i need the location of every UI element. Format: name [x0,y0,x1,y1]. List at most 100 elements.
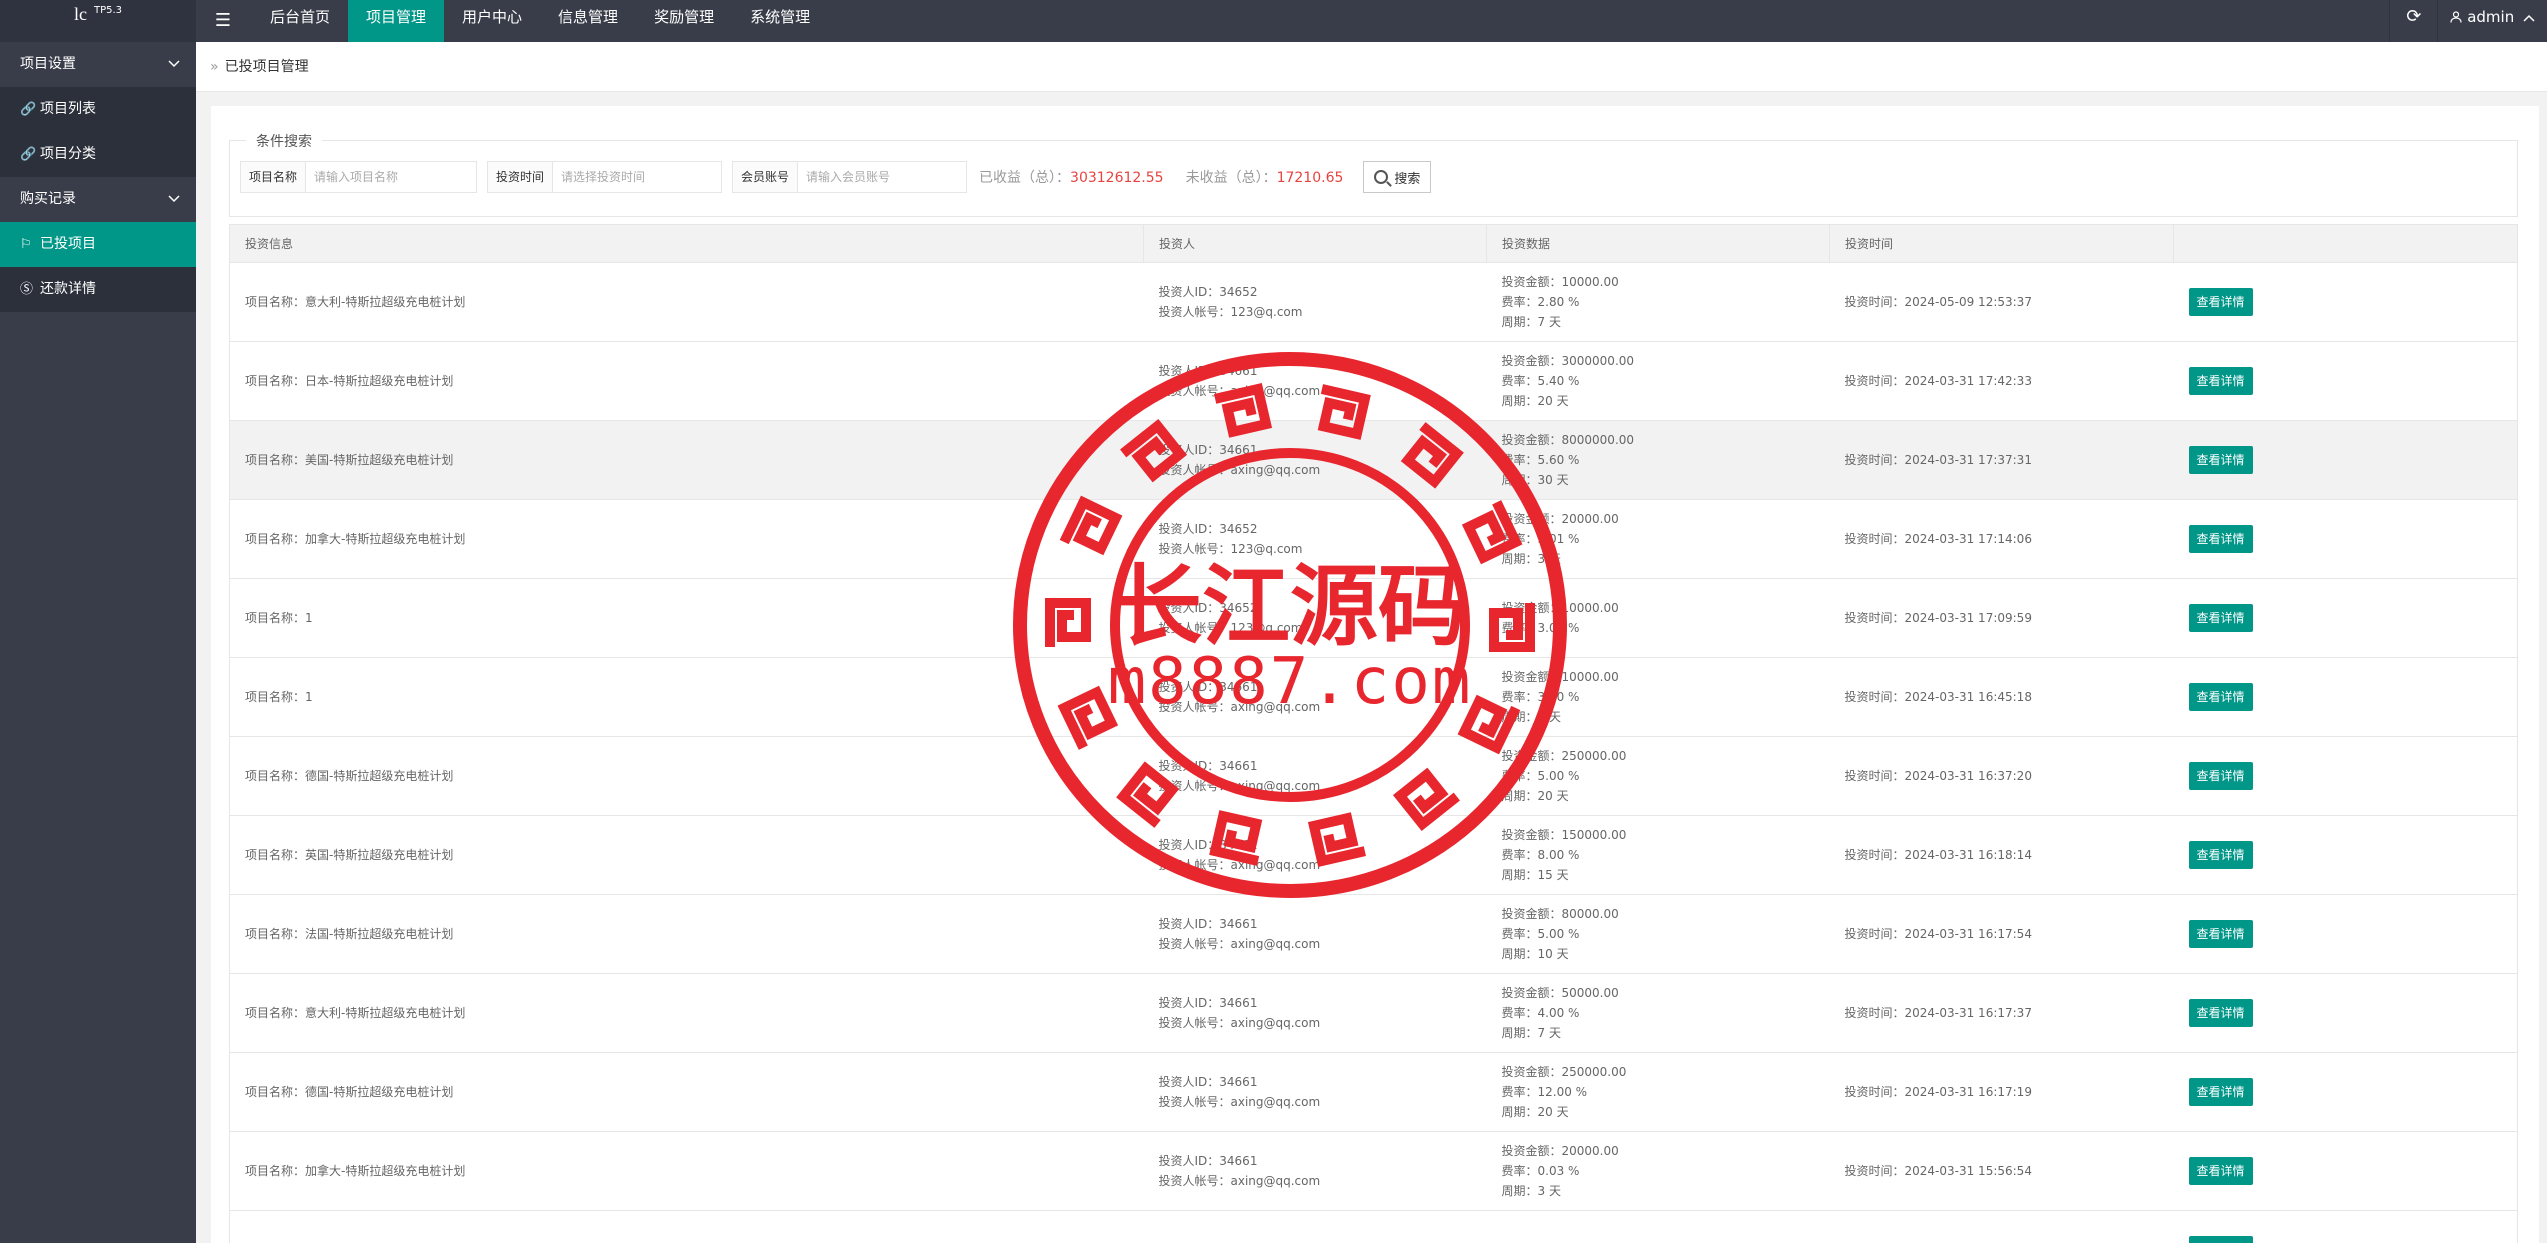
nav-item-dashboard[interactable]: 后台首页 [252,0,348,42]
sidebar-item-project-list[interactable]: 🔗 项目列表 [0,87,196,132]
search-row: 项目名称 投资时间 会员账号 已收益（总）：30312612.55 未收益（总）… [240,161,1432,193]
cell-investor: 投资人ID：34652 投资人帐号：123@q.com [1143,262,1487,342]
sidebar-item-label: 项目分类 [40,146,96,162]
cell-actions: 查看详情 [2173,1131,2518,1211]
search-button-label: 搜索 [1394,171,1421,187]
investor-id: 投资人ID：34661 [1158,364,1258,378]
cell-invest-info: 项目名称：1 [229,657,1144,737]
col-investor: 投资人 [1143,224,1487,263]
invest-time: 投资时间：2024-05-09 12:53:37 [1844,295,2032,309]
cell-invest-info: 项目名称：法国-特斯拉超级充电桩计划 [229,894,1144,974]
cell-actions: 查看详情 [2173,736,2518,816]
view-detail-button[interactable]: 查看详情 [2188,367,2253,395]
view-detail-button[interactable]: 查看详情 [2188,841,2253,869]
member-account-field: 会员账号 [732,161,968,193]
project-name: 项目名称：日本-特斯拉超级充电桩计划 [245,374,454,388]
invest-rate: 费率：12.00 % [1501,1085,1588,1099]
view-detail-button[interactable]: 查看详情 [2188,446,2253,474]
invest-rate: 费率：3.00 % [1501,690,1580,704]
view-detail-button[interactable]: 查看详情 [2188,604,2253,632]
investor-id: 投资人ID：34661 [1158,680,1258,694]
cell-invest-data: 投资金额：10000.00 费率：3.00 % 周期：7 天 [1486,657,1830,737]
cell-actions: 查看详情 [2173,815,2518,895]
investor-id: 投资人ID：34661 [1158,443,1258,457]
invest-period: 周期：3 天 [1501,1184,1561,1198]
cell-invest-info: 项目名称：英国-特斯拉超级充电桩计划 [229,815,1144,895]
view-detail-button[interactable]: 查看详情 [2188,999,2253,1027]
cell-invest-data: 投资金额：10000.00 费率：3.01 % [1486,578,1830,658]
cell-investor: 投资人ID：34661 投资人帐号：axing@qq.com [1143,894,1487,974]
logo[interactable]: lc TP5.3 [0,0,196,42]
view-detail-button[interactable]: 查看详情 [2188,683,2253,711]
cell-invest-info: 项目名称：加拿大-特斯拉超级充电桩计划 [229,1131,1144,1211]
invest-time: 投资时间：2024-03-31 17:37:31 [1844,453,2032,467]
cell-invest-info: 项目名称：意大利-特斯拉超级充电桩计划 [229,973,1144,1053]
cell-invest-time: 投资时间：2024-03-31 16:17:54 [1829,894,2174,974]
invest-period: 周期：30 天 [1501,473,1569,487]
cell-invest-time: 投资时间：2024-03-31 17:37:31 [1829,420,2174,500]
project-name-input[interactable] [306,162,477,192]
sidebar: 项目设置 🔗 项目列表 🔗 项目分类 购买记录 ⚐ 已投项目 Ⓢ 还款详情 [0,42,196,1243]
nav-item-info-management[interactable]: 信息管理 [540,0,636,42]
view-detail-button[interactable]: 查看详情 [2188,1236,2253,1243]
link-icon: 🔗 [20,147,37,162]
menu-toggle-icon[interactable]: ☰ [210,8,236,34]
table-row: 项目名称：美国-特斯拉超级充电桩计划 投资人ID：34661 投资人帐号：axing… [229,420,2518,500]
sidebar-group-purchase-records[interactable]: 购买记录 [0,177,196,222]
investor-id: 投资人ID：34652 [1158,285,1258,299]
cell-actions: 查看详情 [2173,1210,2518,1243]
nav-item-system-management[interactable]: 系统管理 [732,0,828,42]
refresh-icon[interactable]: ⟳ [2389,0,2437,42]
nav-item-user-center[interactable]: 用户中心 [444,0,540,42]
investor-account: 投资人帐号：123@q.com [1158,305,1303,319]
sidebar-item-project-category[interactable]: 🔗 项目分类 [0,132,196,177]
member-account-input[interactable] [798,162,967,192]
view-detail-button[interactable]: 查看详情 [2188,762,2253,790]
sidebar-item-invested-projects[interactable]: ⚐ 已投项目 [0,222,196,267]
sidebar-item-label: 还款详情 [40,281,96,297]
view-detail-button[interactable]: 查看详情 [2188,525,2253,553]
invest-rate: 费率：5.00 % [1501,927,1580,941]
table-body: 项目名称：意大利-特斯拉超级充电桩计划 投资人ID：34652 投资人帐号：123@… [229,262,2518,1243]
cell-actions: 查看详情 [2173,657,2518,737]
invest-rate: 费率：3.01 % [1501,621,1580,635]
invest-amount: 投资金额：250000.00 [1501,1065,1627,1079]
invest-rate: 费率：5.60 % [1501,453,1580,467]
invest-period: 周期：3 天 [1501,552,1561,566]
investor-id: 投资人ID：34661 [1158,1075,1258,1089]
nav-item-reward-management[interactable]: 奖励管理 [636,0,732,42]
cell-investor: 投资人ID：34661 [1143,1210,1487,1243]
cell-actions: 查看详情 [2173,578,2518,658]
invest-time: 投资时间：2024-03-31 16:17:37 [1844,1006,2032,1020]
cell-invest-data: 投资金额：50000.00 费率：4.00 % 周期：7 天 [1486,973,1830,1053]
sidebar-item-repayment-details[interactable]: Ⓢ 还款详情 [0,267,196,312]
view-detail-button[interactable]: 查看详情 [2188,1157,2253,1185]
nav-item-project-management[interactable]: 项目管理 [348,0,445,42]
investor-account: 投资人帐号：axing@qq.com [1158,779,1321,793]
chevron-down-icon [168,60,180,68]
view-detail-button[interactable]: 查看详情 [2188,1078,2253,1106]
invest-amount: 投资金额：20000.00 [1501,1144,1619,1158]
invest-period: 周期：15 天 [1501,868,1569,882]
cell-invest-time: 投资时间：2024-03-31 15:56:54 [1829,1131,2174,1211]
table-row: 项目名称：1 投资人ID：34652 投资人帐号：123@q.com 投资金额：100… [229,578,2518,658]
project-name: 项目名称：英国-特斯拉超级充电桩计划 [245,848,454,862]
invest-time-input[interactable] [553,162,722,192]
cell-invest-time: 投资时间：2024-03-31 16:37:20 [1829,736,2174,816]
invest-time: 投资时间：2024-03-31 16:37:20 [1844,769,2032,783]
view-detail-button[interactable]: 查看详情 [2188,288,2253,316]
page-title: 已投项目管理 [224,59,309,75]
invest-rate: 费率：5.00 % [1501,769,1580,783]
investor-account: 投资人帐号：axing@qq.com [1158,463,1321,477]
top-header: lc TP5.3 ☰ 后台首页 项目管理 用户中心 信息管理 奖励管理 系统管理… [0,0,2547,42]
investor-account: 投资人帐号：axing@qq.com [1158,700,1321,714]
search-button[interactable]: 搜索 [1363,161,1432,193]
investor-id: 投资人ID：34652 [1158,522,1258,536]
user-menu[interactable]: admin [2437,0,2547,42]
invest-time: 投资时间：2024-03-31 16:17:54 [1844,927,2032,941]
view-detail-button[interactable]: 查看详情 [2188,920,2253,948]
cell-actions: 查看详情 [2173,341,2518,421]
sidebar-group-project-settings[interactable]: 项目设置 [0,42,196,87]
cell-invest-time: 投资时间：2024-03-31 17:42:33 [1829,341,2174,421]
earned-value: 30312612.55 [1070,170,1164,186]
